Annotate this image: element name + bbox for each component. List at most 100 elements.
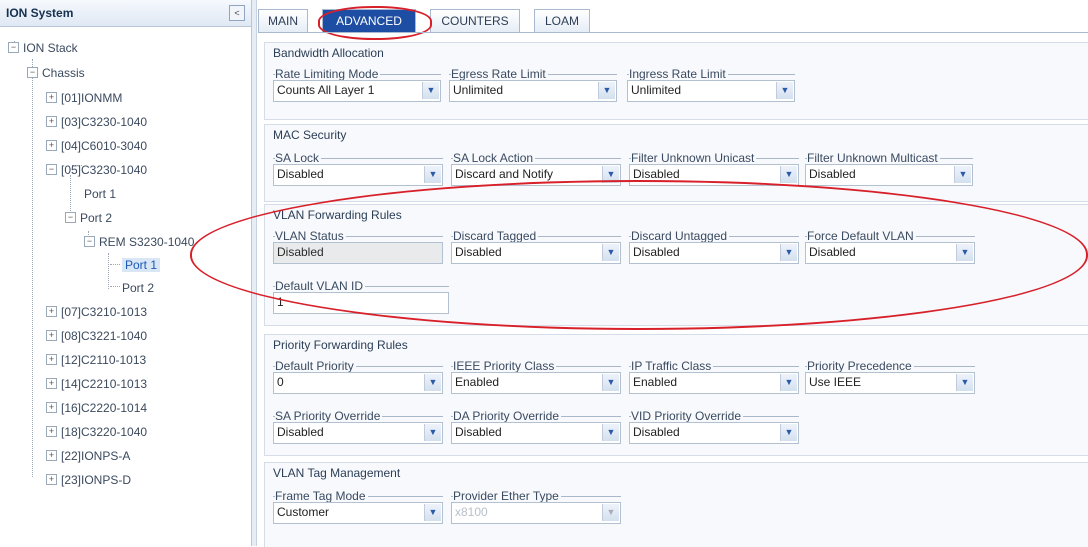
- field-label: Egress Rate Limit: [451, 67, 548, 81]
- priority-forwarding-rules-section: Priority Forwarding Rules Default Priori…: [264, 334, 1088, 456]
- tree-node-01-ionmm[interactable]: + [01]IONMM: [46, 89, 122, 107]
- expand-icon[interactable]: +: [46, 402, 57, 414]
- collapse-icon[interactable]: −: [84, 236, 95, 248]
- expand-icon[interactable]: +: [46, 330, 57, 342]
- tab-advanced[interactable]: ADVANCED: [322, 9, 416, 32]
- tab-counters[interactable]: COUNTERS: [430, 9, 520, 32]
- vid-priority-override-select[interactable]: VID Priority Override Disabled ▼: [629, 409, 799, 447]
- chevron-down-icon[interactable]: ▼: [424, 424, 441, 441]
- panel-splitter[interactable]: [252, 0, 257, 546]
- tree-node-port-1[interactable]: Port 1: [84, 185, 116, 203]
- discard-tagged-select[interactable]: Discard Tagged Disabled ▼: [451, 229, 621, 267]
- chevron-down-icon[interactable]: ▼: [956, 244, 973, 261]
- tree-node-label: [05]C3230-1040: [61, 163, 148, 177]
- expand-icon[interactable]: +: [46, 354, 57, 366]
- tab-loam[interactable]: LOAM: [534, 9, 590, 32]
- expand-icon[interactable]: +: [46, 426, 57, 438]
- expand-icon[interactable]: +: [46, 306, 57, 318]
- tree-node-label: [23]IONPS-D: [61, 473, 132, 487]
- expand-icon[interactable]: +: [46, 378, 57, 390]
- ieee-priority-class-select[interactable]: IEEE Priority Class Enabled ▼: [451, 359, 621, 397]
- discard-untagged-select[interactable]: Discard Untagged Disabled ▼: [629, 229, 799, 267]
- tree-node-rem-port-1-selected[interactable]: Port 1: [122, 256, 161, 274]
- chevron-down-icon[interactable]: ▼: [602, 244, 619, 261]
- tab-main[interactable]: MAIN: [258, 9, 308, 32]
- collapse-icon[interactable]: −: [27, 67, 38, 79]
- ingress-rate-limit-select[interactable]: Ingress Rate Limit Unlimited ▼: [627, 67, 795, 105]
- chevron-down-icon[interactable]: ▼: [602, 374, 619, 391]
- field-label: Filter Unknown Unicast: [631, 151, 757, 165]
- tree-node-ion-stack[interactable]: − ION Stack: [8, 39, 78, 57]
- field-value: Disabled: [455, 245, 502, 259]
- section-title: Bandwidth Allocation: [273, 46, 384, 60]
- field-value: 1: [277, 295, 284, 309]
- tree-node-14-c2210-1013[interactable]: + [14]C2210-1013: [46, 375, 147, 393]
- sa-lock-action-select[interactable]: SA Lock Action Discard and Notify ▼: [451, 151, 621, 189]
- chevron-down-icon[interactable]: ▼: [776, 82, 793, 99]
- tree-node-chassis[interactable]: − Chassis: [27, 64, 85, 82]
- expand-icon[interactable]: +: [46, 92, 57, 104]
- tree-node-22-ionps-a[interactable]: + [22]IONPS-A: [46, 447, 130, 465]
- tree-node-18-c3220-1040[interactable]: + [18]C3220-1040: [46, 423, 147, 441]
- expand-icon[interactable]: +: [46, 140, 57, 152]
- field-label: Frame Tag Mode: [275, 489, 368, 503]
- priority-precedence-select[interactable]: Priority Precedence Use IEEE ▼: [805, 359, 975, 397]
- tree-node-port-2[interactable]: − Port 2: [65, 209, 112, 227]
- tree-node-23-ionps-d[interactable]: + [23]IONPS-D: [46, 471, 131, 489]
- vlan-status-field: VLAN Status Disabled: [273, 229, 443, 267]
- chevron-down-icon[interactable]: ▼: [598, 82, 615, 99]
- tree-node-label: [16]C2220-1014: [61, 401, 148, 415]
- tree-node-rem-s3230-1040[interactable]: − REM S3230-1040: [84, 233, 194, 251]
- tree-node-label: Port 1: [122, 258, 161, 272]
- field-value: Enabled: [633, 375, 678, 389]
- tree-node-label: [18]C3220-1040: [61, 425, 148, 439]
- chevron-down-icon[interactable]: ▼: [780, 166, 797, 183]
- chevron-down-icon[interactable]: ▼: [422, 82, 439, 99]
- section-title: VLAN Tag Management: [273, 466, 401, 480]
- tree-node-12-c2110-1013[interactable]: + [12]C2110-1013: [46, 351, 146, 369]
- chevron-down-icon[interactable]: ▼: [424, 166, 441, 183]
- collapse-panel-button[interactable]: <: [229, 5, 245, 21]
- force-default-vlan-select[interactable]: Force Default VLAN Disabled ▼: [805, 229, 975, 267]
- expand-icon[interactable]: +: [46, 474, 57, 486]
- provider-ether-type-select: Provider Ether Type x8100 ▼: [451, 489, 621, 527]
- tree-node-07-c3210-1013[interactable]: + [07]C3210-1013: [46, 303, 147, 321]
- tree-node-08-c3221-1040[interactable]: + [08]C3221-1040: [46, 327, 147, 345]
- chevron-down-icon[interactable]: ▼: [424, 504, 441, 521]
- tree-node-04-c6010-3040[interactable]: + [04]C6010-3040: [46, 137, 147, 155]
- chevron-down-icon[interactable]: ▼: [780, 424, 797, 441]
- chevron-down-icon[interactable]: ▼: [956, 374, 973, 391]
- ip-traffic-class-select[interactable]: IP Traffic Class Enabled ▼: [629, 359, 799, 397]
- chevron-down-icon[interactable]: ▼: [954, 166, 971, 183]
- default-vlan-id-input[interactable]: Default VLAN ID 1: [273, 279, 449, 317]
- expand-icon[interactable]: +: [46, 116, 57, 128]
- expand-icon[interactable]: +: [46, 450, 57, 462]
- tree-node-03-c3230-1040[interactable]: + [03]C3230-1040: [46, 113, 147, 131]
- rate-limiting-mode-select[interactable]: Rate Limiting Mode Counts All Layer 1 ▼: [273, 67, 441, 105]
- tree-node-rem-port-2[interactable]: Port 2: [122, 279, 154, 297]
- default-priority-select[interactable]: Default Priority 0 ▼: [273, 359, 443, 397]
- collapse-icon[interactable]: −: [46, 164, 57, 176]
- chevron-down-icon[interactable]: ▼: [602, 166, 619, 183]
- sa-lock-select[interactable]: SA Lock Disabled ▼: [273, 151, 443, 189]
- sa-priority-override-select[interactable]: SA Priority Override Disabled ▼: [273, 409, 443, 447]
- chevron-down-icon[interactable]: ▼: [780, 244, 797, 261]
- tree-node-05-c3230-1040[interactable]: − [05]C3230-1040: [46, 161, 147, 179]
- da-priority-override-select[interactable]: DA Priority Override Disabled ▼: [451, 409, 621, 447]
- field-label: DA Priority Override: [453, 409, 562, 423]
- field-label: Priority Precedence: [807, 359, 914, 373]
- filter-unknown-multicast-select[interactable]: Filter Unknown Multicast Disabled ▼: [805, 151, 973, 189]
- field-value: Disabled: [633, 425, 680, 439]
- field-value: 0: [277, 375, 284, 389]
- frame-tag-mode-select[interactable]: Frame Tag Mode Customer ▼: [273, 489, 443, 527]
- filter-unknown-unicast-select[interactable]: Filter Unknown Unicast Disabled ▼: [629, 151, 799, 189]
- collapse-icon[interactable]: −: [65, 212, 76, 224]
- egress-rate-limit-select[interactable]: Egress Rate Limit Unlimited ▼: [449, 67, 617, 105]
- chevron-down-icon[interactable]: ▼: [780, 374, 797, 391]
- chevron-down-icon[interactable]: ▼: [602, 424, 619, 441]
- field-value: Customer: [277, 505, 330, 519]
- chevron-down-icon[interactable]: ▼: [424, 374, 441, 391]
- tree-node-16-c2220-1014[interactable]: + [16]C2220-1014: [46, 399, 147, 417]
- collapse-icon[interactable]: −: [8, 42, 19, 54]
- tree-node-label: Chassis: [42, 66, 85, 80]
